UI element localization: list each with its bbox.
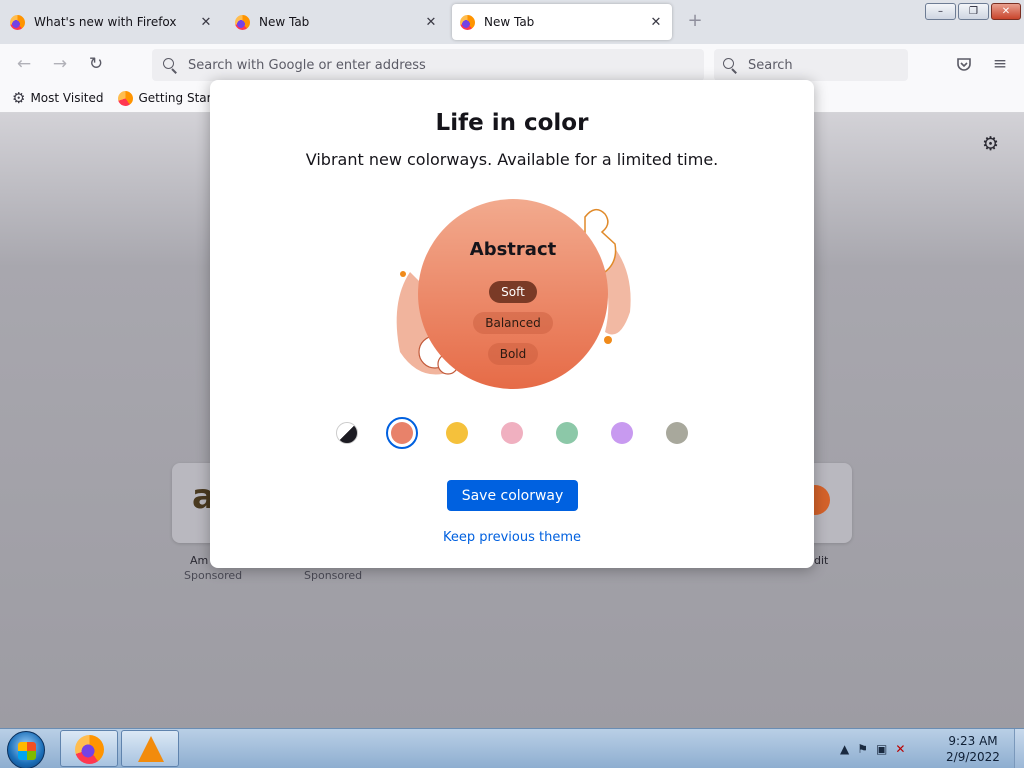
colorway-name: Abstract: [469, 239, 557, 260]
close-tab-icon[interactable]: ✕: [198, 15, 214, 30]
tab-label: New Tab: [484, 15, 535, 29]
tab-strip: What's new with Firefox ✕ New Tab ✕ New …: [0, 0, 1024, 44]
colorway-swatches: [334, 417, 694, 450]
gear-icon[interactable]: ⚙: [982, 133, 999, 155]
navigation-toolbar: ← → ↻ Search with Google or enter addres…: [0, 44, 1024, 84]
close-tab-icon[interactable]: ✕: [423, 15, 439, 30]
close-window-button[interactable]: ✕: [991, 3, 1021, 20]
tab-new-tab-active[interactable]: New Tab ✕: [452, 4, 672, 40]
tab-new-tab-1[interactable]: New Tab ✕: [227, 4, 447, 40]
network-icon[interactable]: ▣: [876, 742, 887, 756]
taskbar-vlc[interactable]: [121, 730, 179, 767]
gear-icon: ⚙: [12, 89, 26, 107]
keep-previous-theme-link[interactable]: Keep previous theme: [210, 530, 814, 545]
start-button[interactable]: [7, 731, 45, 768]
swatch-default[interactable]: [336, 422, 358, 444]
action-center-flag-icon[interactable]: ⚑: [857, 742, 868, 756]
reload-icon[interactable]: ↻: [84, 52, 108, 76]
tile-label: dit: [814, 554, 829, 567]
system-tray: ▲ ⚑ ▣ ✕: [840, 729, 913, 768]
colorway-illustration: Abstract Soft Balanced Bold: [380, 192, 650, 392]
swatch-yellow[interactable]: [446, 422, 468, 444]
intensity-label: Bold: [487, 343, 539, 365]
search-icon: [722, 57, 738, 73]
firefox-icon: [235, 14, 250, 30]
bookmark-most-visited[interactable]: ⚙ Most Visited: [12, 89, 104, 107]
search-bar[interactable]: Search: [714, 49, 908, 81]
save-colorway-button[interactable]: Save colorway: [447, 480, 578, 511]
hamburger-menu-icon[interactable]: ≡: [988, 52, 1012, 76]
intensity-label: Soft: [489, 281, 537, 303]
intensity-soft-option[interactable]: Soft: [464, 281, 562, 303]
tile-label: Am: [190, 554, 209, 567]
windows-logo-icon: [18, 742, 36, 760]
firefox-icon: [10, 14, 25, 30]
clock-date: 2/9/2022: [946, 750, 1000, 764]
swatch-purple[interactable]: [611, 422, 633, 444]
forward-arrow-icon[interactable]: →: [48, 52, 72, 76]
firefox-icon: [460, 14, 475, 30]
pocket-icon[interactable]: [952, 52, 976, 76]
tile-sponsored: Sponsored: [184, 569, 243, 582]
tab-label: What's new with Firefox: [34, 15, 177, 29]
intensity-bold-option[interactable]: Bold: [464, 343, 562, 365]
restore-button[interactable]: ❐: [958, 3, 989, 20]
tile-sponsored: Sponsored: [304, 569, 363, 582]
swatch-pink[interactable]: [501, 422, 523, 444]
show-hidden-icons-icon[interactable]: ▲: [840, 742, 849, 756]
back-arrow-icon[interactable]: ←: [12, 52, 36, 76]
taskbar-clock[interactable]: 9:23 AM 2/9/2022: [944, 733, 1002, 765]
modal-title: Life in color: [435, 110, 589, 136]
search-placeholder: Search: [748, 57, 793, 73]
tab-label: New Tab: [259, 15, 310, 29]
swatch-green[interactable]: [556, 422, 578, 444]
intensity-label: Balanced: [473, 312, 553, 334]
colorway-modal: Life in color Vibrant new colorways. Ava…: [210, 80, 814, 568]
swatch-gray[interactable]: [666, 422, 688, 444]
close-tab-icon[interactable]: ✕: [648, 15, 664, 30]
intensity-balanced-option[interactable]: Balanced: [464, 312, 562, 334]
new-tab-plus-icon[interactable]: +: [684, 10, 706, 32]
windows-taskbar: ▲ ⚑ ▣ ✕ 9:23 AM 2/9/2022: [0, 728, 1024, 768]
search-icon: [162, 57, 178, 73]
tab-whats-new[interactable]: What's new with Firefox ✕: [2, 4, 222, 40]
minimize-button[interactable]: –: [925, 3, 956, 20]
address-placeholder: Search with Google or enter address: [188, 57, 426, 73]
taskbar-firefox[interactable]: [60, 730, 118, 767]
firefox-icon: [117, 90, 133, 106]
clock-time: 9:23 AM: [948, 734, 998, 748]
bookmark-label: Most Visited: [30, 91, 104, 105]
volume-muted-icon[interactable]: ✕: [895, 742, 905, 756]
vlc-icon: [138, 736, 164, 762]
address-bar[interactable]: Search with Google or enter address: [152, 49, 704, 81]
swatch-abstract[interactable]: [386, 417, 418, 449]
show-desktop-button[interactable]: [1014, 729, 1024, 768]
modal-subtitle: Vibrant new colorways. Available for a l…: [305, 150, 719, 169]
firefox-icon: [75, 735, 104, 764]
